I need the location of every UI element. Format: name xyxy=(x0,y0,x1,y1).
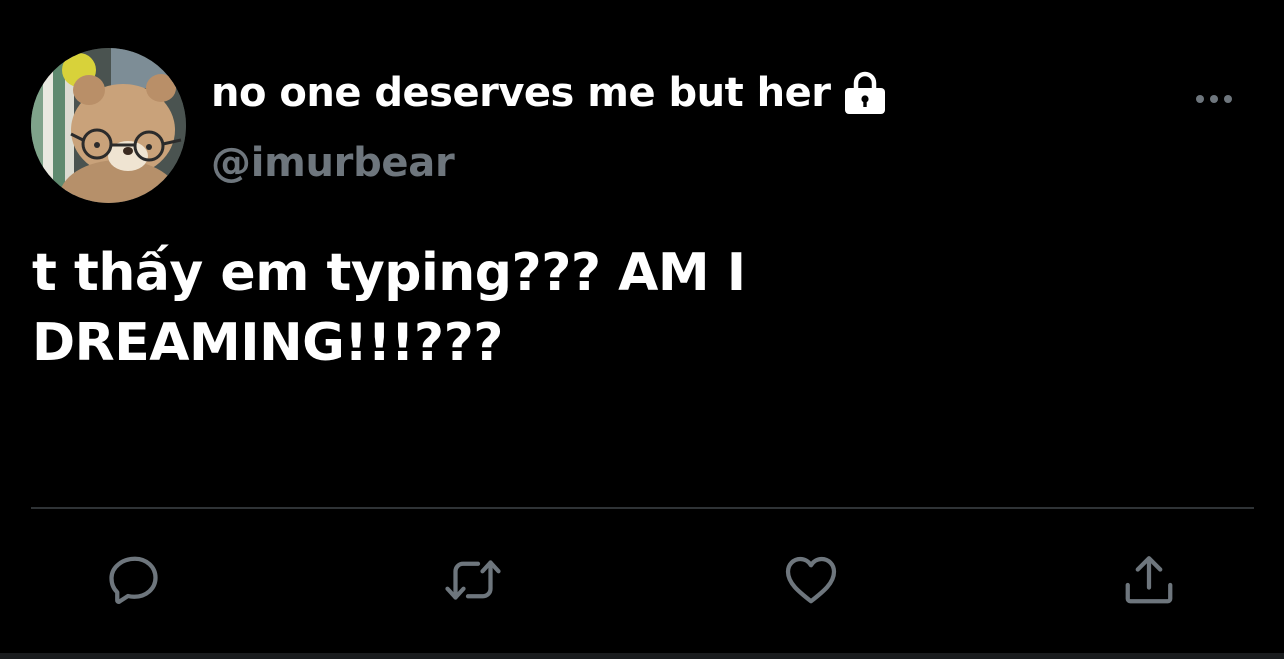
heart-icon xyxy=(785,556,837,604)
reply-icon xyxy=(109,556,158,604)
avatar[interactable] xyxy=(31,48,186,203)
bottom-border xyxy=(0,653,1284,659)
retweet-button[interactable] xyxy=(441,548,505,612)
share-button[interactable] xyxy=(1117,548,1181,612)
more-options-button[interactable] xyxy=(1192,82,1236,116)
more-horizontal-icon xyxy=(1196,95,1232,103)
retweet-icon xyxy=(445,560,501,600)
display-name-row: no one deserves me but her xyxy=(211,66,888,120)
display-name[interactable]: no one deserves me but her xyxy=(211,70,831,116)
lock-icon xyxy=(842,70,888,116)
avatar-image xyxy=(31,48,186,203)
tweet: no one deserves me but her @imurbear t t… xyxy=(0,0,1284,659)
share-icon xyxy=(1125,556,1173,604)
reply-button[interactable] xyxy=(103,548,167,612)
username-handle[interactable]: @imurbear xyxy=(211,140,455,186)
divider xyxy=(31,507,1254,509)
tweet-text: t thấy em typing??? AM I DREAMING!!!??? xyxy=(32,243,746,373)
like-button[interactable] xyxy=(779,548,843,612)
